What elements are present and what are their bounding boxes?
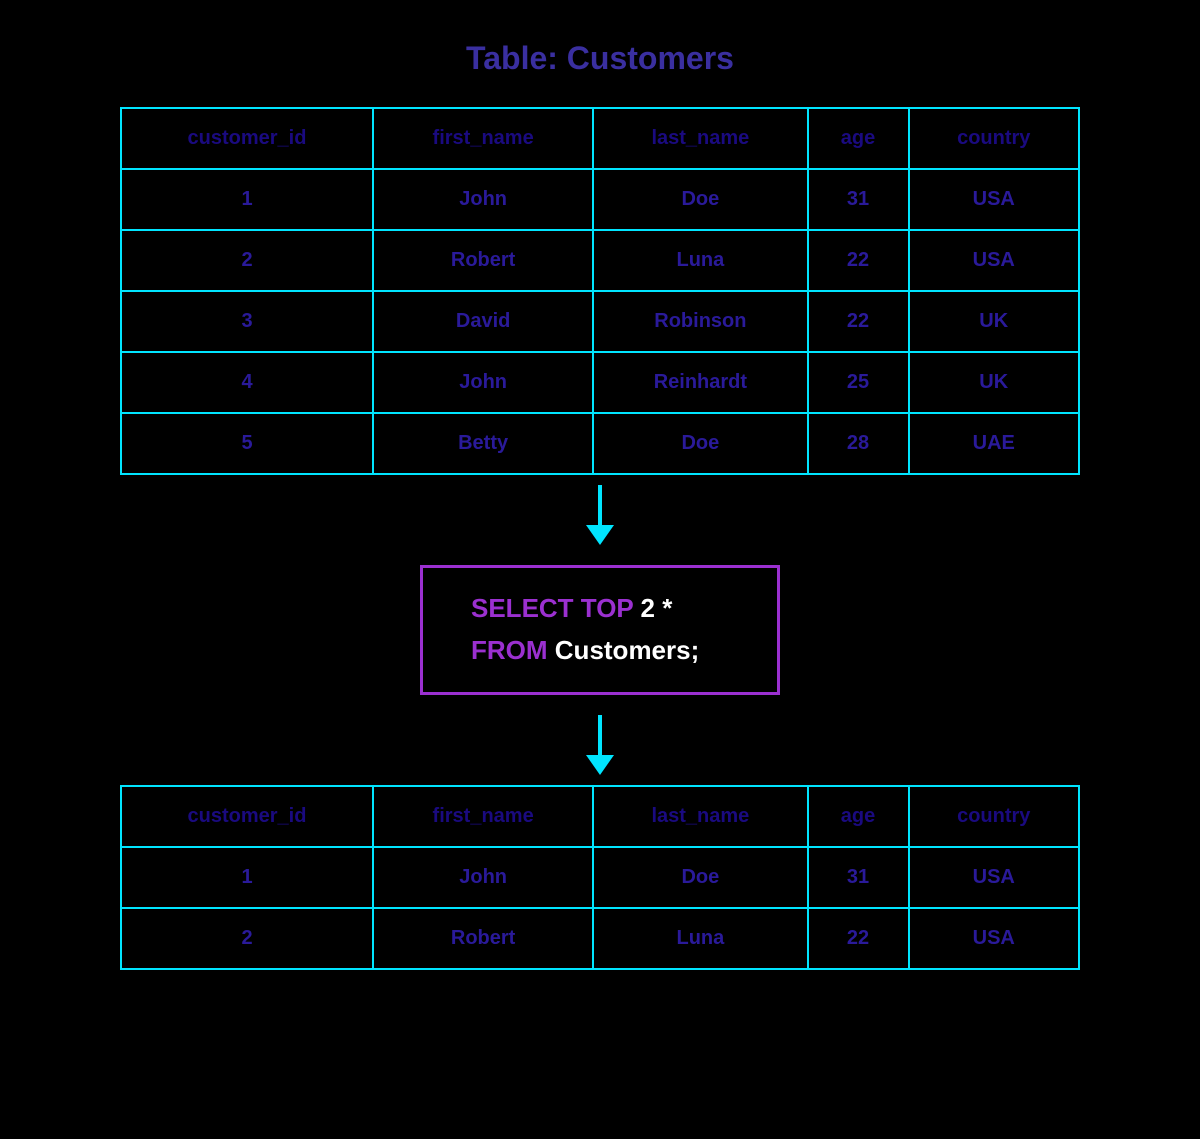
result-cell-1-2: Luna [593, 908, 807, 969]
source-col-header-last_name: last_name [593, 108, 807, 169]
source-cell-0-0: 1 [121, 169, 373, 230]
source-col-header-age: age [808, 108, 909, 169]
source-cell-3-2: Reinhardt [593, 352, 807, 413]
source-col-header-first_name: first_name [373, 108, 593, 169]
source-cell-0-1: John [373, 169, 593, 230]
arrow-down-1 [586, 485, 614, 545]
result-cell-1-3: 22 [808, 908, 909, 969]
result-col-header-age: age [808, 786, 909, 847]
arrow-head-1 [586, 525, 614, 545]
page-title: Table: Customers [466, 40, 734, 77]
source-cell-3-0: 4 [121, 352, 373, 413]
result-cell-0-1: John [373, 847, 593, 908]
result-cell-0-3: 31 [808, 847, 909, 908]
arrow-line-1 [598, 485, 602, 525]
result-table: customer_idfirst_namelast_nameagecountry… [120, 785, 1080, 970]
arrow-line-2 [598, 715, 602, 755]
keyword-from: FROM [471, 635, 548, 665]
source-cell-3-1: John [373, 352, 593, 413]
result-table-row: 2RobertLuna22USA [121, 908, 1079, 969]
result-cell-1-0: 2 [121, 908, 373, 969]
result-cell-0-2: Doe [593, 847, 807, 908]
result-col-header-customer_id: customer_id [121, 786, 373, 847]
query-table-name: Customers; [555, 635, 699, 665]
source-cell-2-1: David [373, 291, 593, 352]
source-cell-0-4: USA [909, 169, 1080, 230]
source-table-row: 2RobertLuna22USA [121, 230, 1079, 291]
keyword-select-top: SELECT TOP [471, 593, 633, 623]
source-col-header-customer_id: customer_id [121, 108, 373, 169]
result-col-header-first_name: first_name [373, 786, 593, 847]
source-cell-2-0: 3 [121, 291, 373, 352]
source-cell-1-4: USA [909, 230, 1080, 291]
query-box: SELECT TOP 2 * FROM Customers; [420, 565, 780, 695]
source-cell-1-3: 22 [808, 230, 909, 291]
arrow-head-2 [586, 755, 614, 775]
source-cell-4-0: 5 [121, 413, 373, 474]
source-cell-0-3: 31 [808, 169, 909, 230]
source-cell-0-2: Doe [593, 169, 807, 230]
source-col-header-country: country [909, 108, 1080, 169]
source-cell-3-4: UK [909, 352, 1080, 413]
source-cell-2-3: 22 [808, 291, 909, 352]
query-line-1: SELECT TOP 2 * [471, 592, 672, 626]
source-cell-4-4: UAE [909, 413, 1080, 474]
result-cell-0-4: USA [909, 847, 1080, 908]
result-cell-0-0: 1 [121, 847, 373, 908]
source-cell-1-0: 2 [121, 230, 373, 291]
arrow-down-2 [586, 715, 614, 775]
source-cell-2-2: Robinson [593, 291, 807, 352]
query-top-val: 2 * [641, 593, 673, 623]
result-table-header-row: customer_idfirst_namelast_nameagecountry [121, 786, 1079, 847]
page-container: Table: Customers customer_idfirst_namela… [50, 40, 1150, 970]
source-cell-2-4: UK [909, 291, 1080, 352]
result-cell-1-1: Robert [373, 908, 593, 969]
source-table: customer_idfirst_namelast_nameagecountry… [120, 107, 1080, 475]
source-cell-1-1: Robert [373, 230, 593, 291]
result-col-header-last_name: last_name [593, 786, 807, 847]
source-table-row: 1JohnDoe31USA [121, 169, 1079, 230]
source-table-row: 5BettyDoe28UAE [121, 413, 1079, 474]
result-cell-1-4: USA [909, 908, 1080, 969]
query-line-2: FROM Customers; [471, 634, 699, 668]
source-cell-4-1: Betty [373, 413, 593, 474]
source-cell-3-3: 25 [808, 352, 909, 413]
source-cell-1-2: Luna [593, 230, 807, 291]
source-table-row: 3DavidRobinson22UK [121, 291, 1079, 352]
source-cell-4-3: 28 [808, 413, 909, 474]
source-cell-4-2: Doe [593, 413, 807, 474]
source-table-header-row: customer_idfirst_namelast_nameagecountry [121, 108, 1079, 169]
result-col-header-country: country [909, 786, 1080, 847]
result-table-row: 1JohnDoe31USA [121, 847, 1079, 908]
source-table-row: 4JohnReinhardt25UK [121, 352, 1079, 413]
